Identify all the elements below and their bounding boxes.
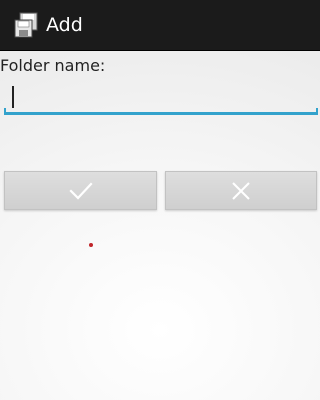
text-cursor	[12, 86, 14, 108]
red-dot-marker	[89, 243, 93, 247]
app-title: Add	[46, 14, 83, 36]
checkmark-icon	[68, 181, 93, 201]
floppy-disk-icon	[14, 12, 38, 38]
input-underline	[4, 108, 318, 115]
close-icon	[231, 181, 251, 201]
folder-name-input[interactable]	[4, 80, 318, 114]
title-bar: Add	[0, 0, 320, 50]
cancel-button[interactable]	[165, 171, 317, 210]
confirm-button[interactable]	[4, 171, 157, 210]
folder-name-label: Folder name:	[0, 56, 106, 75]
